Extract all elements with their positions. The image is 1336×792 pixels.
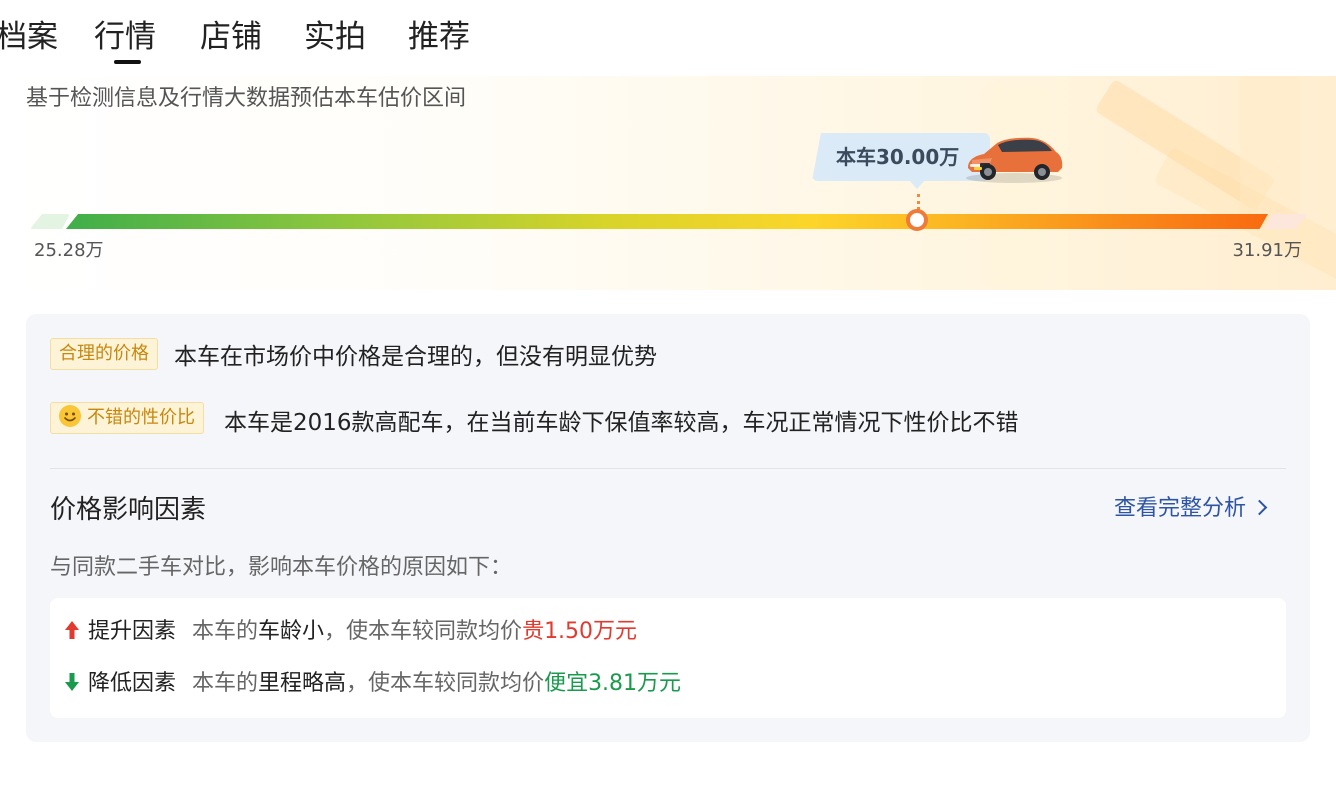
factor-label: 提升因素 bbox=[88, 619, 177, 644]
price-range-subtitle: 基于检测信息及行情大数据预估本车估价区间 bbox=[26, 86, 467, 111]
price-analysis-card: 合理的价格 本车在市场价中价格是合理的，但没有明显优势 不错的性价比 本车是20… bbox=[26, 314, 1310, 742]
hero-decoration bbox=[980, 86, 1050, 286]
value-tag-label: 不错的性价比 bbox=[87, 407, 195, 428]
tab-store[interactable]: 店铺 bbox=[200, 16, 262, 58]
smile-icon bbox=[59, 405, 81, 427]
factor-middle: ，使本车较同款均价 bbox=[346, 671, 545, 696]
max-price-label: 31.91万 bbox=[1232, 240, 1302, 261]
price-gradient-bar bbox=[66, 214, 1268, 229]
current-price-marker bbox=[906, 209, 928, 231]
compare-description: 与同款二手车对比，影响本车价格的原因如下： bbox=[50, 555, 513, 580]
value-text: 本车是2016款高配车，在当前车龄下保值率较高，车况正常情况下性价比不错 bbox=[224, 410, 1019, 436]
car-image bbox=[966, 137, 1063, 183]
callout-pointer bbox=[909, 180, 925, 189]
arrow-up-icon bbox=[65, 621, 79, 639]
reasonable-price-tag: 合理的价格 bbox=[50, 338, 158, 370]
view-full-analysis-link[interactable]: 查看完整分析 bbox=[1114, 493, 1268, 525]
reasonable-price-text: 本车在市场价中价格是合理的，但没有明显优势 bbox=[174, 344, 657, 370]
tab-recommend[interactable]: 推荐 bbox=[408, 16, 470, 58]
tab-photos[interactable]: 实拍 bbox=[304, 16, 366, 58]
marker-dotted-line bbox=[917, 194, 920, 210]
chevron-right-icon bbox=[1251, 499, 1268, 516]
factor-prefix: 本车的 bbox=[192, 671, 259, 696]
factor-effect: 贵1.50万元 bbox=[522, 619, 638, 644]
factor-label: 降低因素 bbox=[88, 671, 177, 696]
factor-row-up: 提升因素 本车的车龄小，使本车较同款均价贵1.50万元 bbox=[64, 616, 637, 648]
factor-row-down: 降低因素 本车的里程略高，使本车较同款均价便宜3.81万元 bbox=[64, 668, 681, 700]
active-tab-indicator bbox=[114, 60, 141, 64]
factors-list: 提升因素 本车的车龄小，使本车较同款均价贵1.50万元 降低因素 本车的里程略高，使… bbox=[50, 598, 1286, 718]
factor-effect: 便宜3.81万元 bbox=[544, 671, 682, 696]
min-price-label: 25.28万 bbox=[34, 240, 104, 261]
value-tag: 不错的性价比 bbox=[50, 402, 204, 434]
factor-middle: ，使本车较同款均价 bbox=[324, 619, 523, 644]
arrow-down-icon bbox=[65, 673, 79, 691]
tab-bar: 档案 行情 店铺 实拍 推荐 bbox=[0, 0, 1336, 76]
factor-prefix: 本车的 bbox=[192, 619, 259, 644]
factors-title: 价格影响因素 bbox=[50, 495, 207, 525]
callout-price-label: 本车30.00万 bbox=[836, 145, 960, 169]
factor-reason: 里程略高 bbox=[258, 671, 347, 696]
tab-archive[interactable]: 档案 bbox=[0, 16, 58, 58]
divider bbox=[50, 468, 1286, 469]
view-full-analysis-label: 查看完整分析 bbox=[1114, 496, 1247, 521]
tab-market[interactable]: 行情 bbox=[94, 16, 156, 58]
factor-reason: 车龄小 bbox=[258, 619, 325, 644]
